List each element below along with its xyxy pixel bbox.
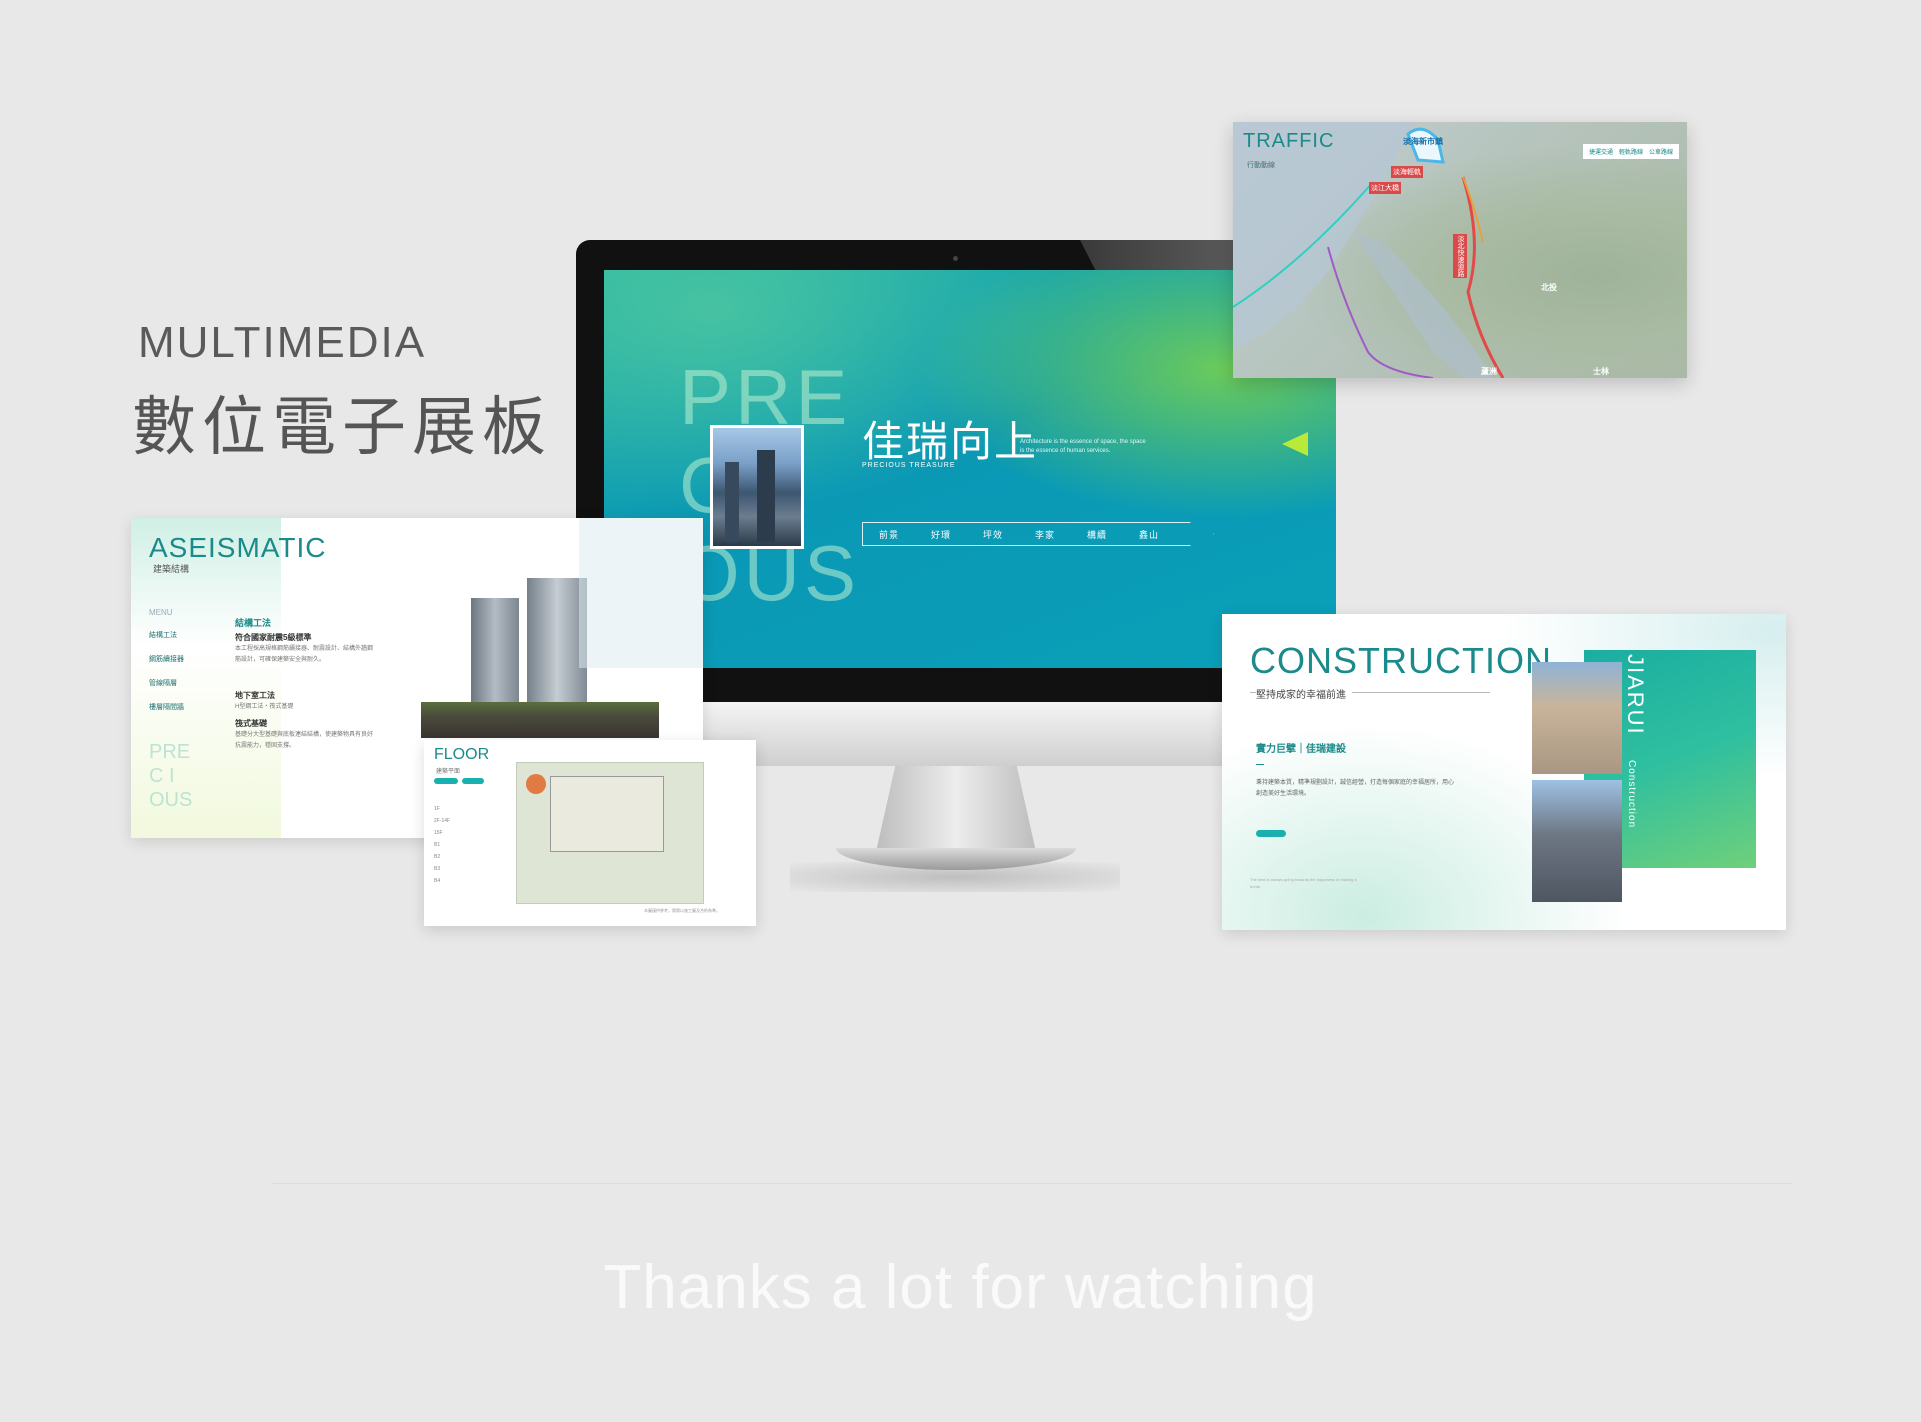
pre-line: C I xyxy=(149,765,175,787)
floor-list-item[interactable]: 15F xyxy=(434,830,443,836)
map-tag: 淡北快速道路 xyxy=(1453,234,1467,278)
section-subheading: 地下室工法 xyxy=(235,691,275,700)
section-subheading: 符合國家耐震5級標準 xyxy=(235,633,312,642)
menu-item[interactable]: 鋼筋續接器 xyxy=(149,654,184,664)
nav-item[interactable]: 鑫山 xyxy=(1123,528,1175,541)
construction-subtitle: 堅持成家的幸福前進 xyxy=(1256,686,1352,701)
traffic-subtitle: 行動動線 xyxy=(1247,162,1275,169)
nav-item[interactable]: 李家 xyxy=(1019,528,1071,541)
construction-title: CONSTRUCTION xyxy=(1250,640,1552,681)
map-label: 北投 xyxy=(1541,283,1557,292)
aseismatic-title: ASEISMATIC xyxy=(149,532,327,563)
section-body: 基礎分大型基礎與底板連結結構，使建築物具有良好抗震能力，穩固支撐。 xyxy=(235,732,374,749)
map-label: 淡海新市鎮 xyxy=(1403,137,1443,146)
floor-plan-building xyxy=(550,776,664,852)
section-body: H型鋼工法・筏式基礎 xyxy=(235,704,294,710)
vertical-brand: JIARUI xyxy=(1623,654,1648,736)
heading-dash xyxy=(1256,764,1264,765)
pre-line: PRE xyxy=(149,741,191,763)
screen-title: 佳瑞向上 xyxy=(862,417,1039,466)
pre-line: OUS xyxy=(149,789,193,811)
menu-label: MENU xyxy=(149,608,173,617)
floor-list-item[interactable]: B2 xyxy=(434,854,440,860)
construction-body: 秉持建築本質，精準規劃設計，誠信經營，打造每個家庭的幸福居所，用心創造美好生活環… xyxy=(1256,780,1455,797)
menu-item[interactable]: 結構工法 xyxy=(149,630,177,640)
map-label: 蘆洲 xyxy=(1481,367,1497,376)
nav-item[interactable]: 好環 xyxy=(915,528,967,541)
floor-list-item[interactable]: B1 xyxy=(434,842,440,848)
glass-overlay xyxy=(579,518,703,668)
map-tag: 淡江大橋 xyxy=(1369,182,1401,194)
floor-note: 本圖僅供參考，實際以施工圖及合約為準。 xyxy=(644,908,720,913)
floor-title: FLOOR xyxy=(434,746,490,763)
traffic-tab[interactable]: 輕軌路線 xyxy=(1619,147,1643,156)
building-photo xyxy=(1532,662,1622,774)
floor-list-item[interactable]: B3 xyxy=(434,866,440,872)
map-tag: 淡海輕軌 xyxy=(1391,166,1423,178)
traffic-tab[interactable]: 公車路線 xyxy=(1649,147,1673,156)
section-heading: 結構工法 xyxy=(235,618,272,628)
screen-nav: 前景 好環 坪效 李家 構續 鑫山 xyxy=(862,522,1214,546)
city-photo xyxy=(710,425,804,549)
floor-subtitle: 建築平面 xyxy=(436,769,461,775)
floor-list-item[interactable]: 1F xyxy=(434,806,440,812)
nav-item[interactable]: 前景 xyxy=(863,528,915,541)
section-body: 本工程採高規格鋼筋續接器、耐震設計、結構外牆鋼筋設計，可確保建築安全與耐久。 xyxy=(235,646,374,663)
construction-heading: 實力巨擘｜佳瑞建設 xyxy=(1256,744,1346,755)
traffic-card: TRAFFIC 行動動線 捷運交通 輕軌路線 公車路線 淡海新市鎮 北投 蘆洲 … xyxy=(1233,122,1687,378)
aseismatic-subtitle: 建築結構 xyxy=(153,564,190,574)
floor-tab[interactable] xyxy=(434,778,458,784)
map-label: 士林 xyxy=(1593,367,1609,376)
nav-item[interactable]: 構續 xyxy=(1071,528,1123,541)
menu-item[interactable]: 管線隔層 xyxy=(149,678,177,688)
building-photo xyxy=(1532,780,1622,902)
headline-chinese: 數位電子展板 xyxy=(132,391,552,465)
footer-thanks: Thanks a lot for watching xyxy=(603,1253,1318,1322)
monitor-camera xyxy=(953,256,958,261)
monitor-screen: PRE CI OUS 佳瑞向上 PRECIOUS TREASURE Archit… xyxy=(604,270,1336,668)
monitor-stand-neck xyxy=(876,766,1036,852)
traffic-tab[interactable]: 捷運交通 xyxy=(1589,147,1613,156)
construction-card: CONSTRUCTION 堅持成家的幸福前進 實力巨擘｜佳瑞建設 秉持建築本質，… xyxy=(1222,614,1786,930)
menu-item[interactable]: 樓層隔間牆 xyxy=(149,702,184,712)
nav-item[interactable]: 坪效 xyxy=(967,528,1019,541)
construction-footnote: The best is always going towards the hap… xyxy=(1250,877,1357,889)
floor-list-item[interactable]: 2F-14F xyxy=(434,818,450,824)
floor-list-item[interactable]: B4 xyxy=(434,878,440,884)
pre-watermark: PRE C I OUS xyxy=(149,740,192,812)
ground-section xyxy=(421,702,659,738)
more-button[interactable] xyxy=(1256,830,1286,837)
floor-plan-garden xyxy=(526,774,546,794)
traffic-tabs: 捷運交通 輕軌路線 公車路線 xyxy=(1582,144,1679,159)
footer-divider xyxy=(272,1183,1792,1184)
floor-tab[interactable] xyxy=(462,778,484,784)
screen-tagline: Architecture is the essence of space, th… xyxy=(1020,439,1146,454)
vertical-brand-small: Construction xyxy=(1626,760,1637,829)
screen-brand: PRECIOUS TREASURE xyxy=(862,462,956,469)
floor-card: FLOOR 建築平面 1F 2F-14F 15F B1 B2 B3 B4 本圖僅… xyxy=(424,740,756,926)
arrow-icon xyxy=(1282,432,1308,456)
headline-english: MULTIMEDIA xyxy=(138,318,427,367)
section-subheading: 筏式基礎 xyxy=(235,719,267,728)
traffic-title: TRAFFIC xyxy=(1243,130,1335,152)
